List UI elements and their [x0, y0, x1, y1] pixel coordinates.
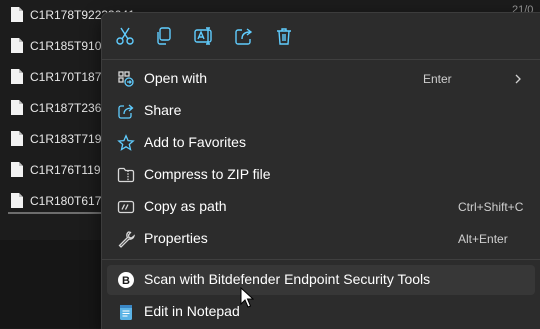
copy-button[interactable] — [153, 25, 175, 47]
file-icon — [11, 131, 23, 146]
menu-item-shortcut: Alt+Enter — [458, 232, 508, 246]
menu-item-label: Scan with Bitdefender Endpoint Security … — [144, 271, 431, 287]
share-icon — [235, 28, 253, 45]
zip-folder-icon — [117, 166, 135, 184]
mouse-cursor-icon — [240, 287, 254, 308]
menu-separator — [102, 259, 540, 260]
menu-item-label: Edit in Notepad — [144, 303, 240, 319]
menu-item-bitdefender-scan[interactable]: B Scan with Bitdefender Endpoint Securit… — [107, 265, 535, 295]
share-button[interactable] — [233, 25, 255, 47]
menu-item-shortcut: Enter — [423, 72, 452, 86]
menu-item-copy-as-path[interactable]: Copy as path Ctrl+Shift+C — [107, 192, 535, 222]
copy-icon — [157, 27, 171, 45]
svg-text:B: B — [122, 275, 130, 287]
delete-button[interactable] — [273, 25, 295, 47]
menu-separator — [102, 59, 540, 60]
file-icon — [11, 193, 23, 208]
copy-path-icon — [117, 198, 135, 216]
cut-button[interactable] — [114, 25, 136, 47]
menu-item-add-to-favorites[interactable]: Add to Favorites — [107, 128, 535, 158]
file-icon — [11, 162, 23, 177]
bitdefender-icon: B — [117, 271, 135, 289]
file-icon — [11, 69, 23, 84]
wrench-icon — [117, 230, 135, 248]
file-icon — [11, 100, 23, 115]
menu-item-label: Share — [144, 102, 182, 118]
menu-item-properties[interactable]: Properties Alt+Enter — [107, 224, 535, 254]
menu-item-open-with[interactable]: Open with Enter — [107, 64, 535, 94]
selection-underline — [8, 212, 104, 214]
share-icon — [117, 102, 135, 120]
menu-item-label: Add to Favorites — [144, 134, 246, 150]
star-icon — [117, 134, 135, 152]
open-with-icon — [117, 70, 135, 88]
context-menu: Open with Enter Share Add to Favorites C… — [101, 12, 540, 329]
menu-item-shortcut: Ctrl+Shift+C — [458, 200, 524, 214]
menu-item-label: Properties — [144, 230, 208, 246]
menu-item-edit-notepad[interactable]: Edit in Notepad — [107, 297, 535, 327]
menu-item-label: Open with — [144, 70, 208, 86]
menu-item-label: Copy as path — [144, 198, 227, 214]
file-icon — [11, 38, 23, 53]
rename-icon — [194, 27, 212, 45]
menu-item-share[interactable]: Share — [107, 96, 535, 126]
notepad-icon — [117, 303, 135, 321]
rename-button[interactable] — [193, 25, 215, 47]
delete-icon — [277, 28, 291, 45]
file-icon — [11, 7, 23, 22]
chevron-right-icon — [515, 74, 521, 84]
cut-icon — [116, 27, 134, 45]
menu-item-label: Compress to ZIP file — [144, 166, 271, 182]
menu-item-compress-zip[interactable]: Compress to ZIP file — [107, 160, 535, 190]
quick-action-bar — [102, 13, 540, 59]
